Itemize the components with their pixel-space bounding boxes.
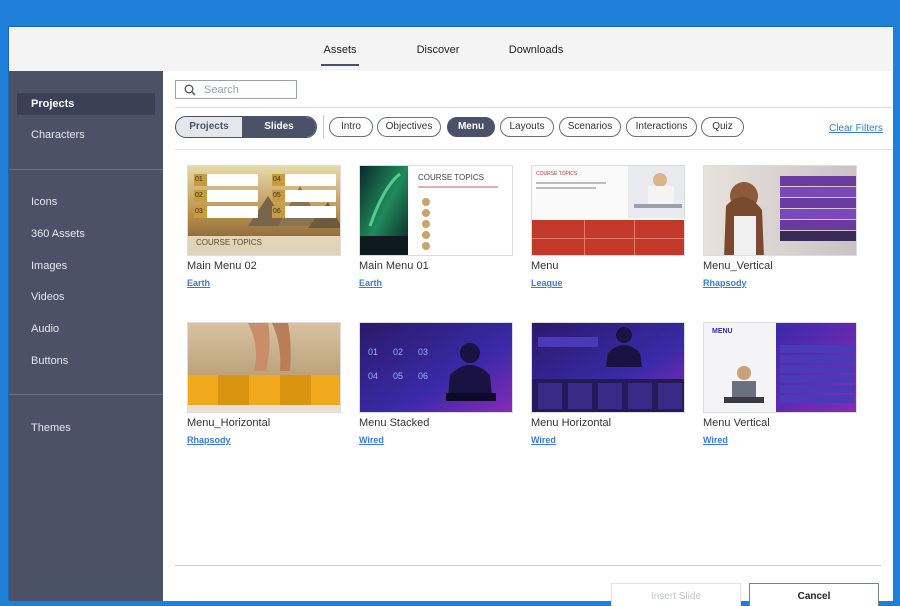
card-title: Menu_Horizontal [187, 417, 271, 429]
card-theme-link[interactable]: League [531, 278, 563, 288]
sidebar-item-icons[interactable]: Icons [17, 191, 155, 213]
search-input[interactable] [204, 82, 294, 97]
thumb-number: 02 [195, 192, 203, 199]
sidebar-item-themes[interactable]: Themes [17, 417, 155, 439]
search-box[interactable] [175, 80, 297, 99]
card-theme-link[interactable]: Rhapsody [703, 278, 747, 288]
card-title: Menu [531, 260, 559, 272]
filter-scenarios[interactable]: Scenarios [559, 117, 621, 137]
filter-interactions[interactable]: Interactions [626, 117, 697, 137]
filter-menu[interactable]: Menu [447, 117, 495, 137]
toggle-projects[interactable]: Projects [176, 117, 242, 137]
search-icon [184, 84, 196, 96]
projects-slides-toggle: Projects Slides [175, 116, 317, 138]
card-theme-link[interactable]: Earth [359, 278, 382, 288]
slide-thumbnail[interactable]: MENU [703, 322, 857, 413]
sidebar-item-characters[interactable]: Characters [17, 124, 155, 146]
thumb-heading: COURSE TOPICS [418, 173, 484, 182]
thumbnail-image [360, 323, 512, 412]
tab-discover[interactable]: Discover [411, 44, 465, 66]
toggle-slides[interactable]: Slides [242, 117, 316, 137]
sidebar-item-projects[interactable]: Projects [17, 93, 155, 115]
sidebar-item-buttons[interactable]: Buttons [17, 350, 155, 372]
sidebar-divider [9, 394, 163, 395]
thumb-number: 01 [368, 347, 379, 357]
cancel-button[interactable]: Cancel [749, 583, 879, 606]
thumb-number: 03 [195, 208, 203, 215]
tab-downloads[interactable]: Downloads [505, 44, 567, 66]
divider [175, 149, 893, 150]
slide-thumbnail[interactable] [531, 322, 685, 413]
card-theme-link[interactable]: Rhapsody [187, 435, 231, 445]
thumbnail-image [188, 323, 340, 412]
slide-thumbnail[interactable]: COURSE TOPICS [531, 165, 685, 256]
content-library-window: Assets Discover Downloads Projects Chara… [8, 26, 893, 606]
thumb-number: 04 [368, 371, 379, 381]
sidebar-item-images[interactable]: Images [17, 255, 155, 277]
filter-quiz[interactable]: Quiz [701, 117, 744, 137]
filter-layouts[interactable]: Layouts [500, 117, 554, 137]
thumb-heading: MENU [712, 328, 733, 335]
tab-assets[interactable]: Assets [321, 44, 359, 66]
thumb-number: 05 [393, 371, 404, 381]
sidebar-item-audio[interactable]: Audio [17, 318, 155, 340]
top-tab-bar: Assets Discover Downloads [9, 27, 893, 71]
thumb-heading: COURSE TOPICS [536, 171, 578, 177]
card-theme-link[interactable]: Wired [531, 435, 556, 445]
thumb-number: 06 [273, 208, 281, 215]
sidebar: Projects Characters Icons 360 Assets Ima… [9, 71, 163, 601]
card-title: Main Menu 01 [359, 260, 429, 272]
slide-thumbnail[interactable]: 01 02 03 04 05 06 COURSE TOPICS [187, 165, 341, 256]
card-title: Menu Stacked [359, 417, 430, 429]
sidebar-item-videos[interactable]: Videos [17, 286, 155, 308]
thumbnail-image [704, 166, 856, 255]
main-panel: Projects Slides Intro Objectives Menu La… [163, 71, 893, 606]
thumb-heading: COURSE TOPICS [196, 238, 262, 247]
thumb-number: 01 [195, 176, 203, 183]
thumbnail-image [532, 323, 684, 412]
insert-slide-button[interactable]: Insert Slide [611, 583, 741, 606]
clear-filters-link[interactable]: Clear Filters [829, 123, 883, 134]
sidebar-item-360-assets[interactable]: 360 Assets [17, 223, 155, 245]
thumb-number: 06 [418, 371, 429, 381]
card-title: Menu_Vertical [703, 260, 773, 272]
thumb-number: 05 [273, 192, 281, 199]
slide-thumbnail[interactable] [187, 322, 341, 413]
slide-thumbnail[interactable]: COURSE TOPICS [359, 165, 513, 256]
thumbnail-image [704, 323, 856, 412]
filter-intro[interactable]: Intro [329, 117, 373, 137]
thumb-number: 03 [418, 347, 429, 357]
sidebar-divider [9, 169, 163, 170]
thumbnail-image [532, 166, 684, 255]
card-title: Menu Vertical [703, 417, 770, 429]
slide-thumbnail[interactable]: 01 02 03 04 05 06 [359, 322, 513, 413]
thumb-number: 02 [393, 347, 404, 357]
thumb-number: 04 [273, 176, 281, 183]
filter-divider [323, 115, 324, 139]
filter-objectives[interactable]: Objectives [377, 117, 441, 137]
divider [175, 107, 893, 108]
card-theme-link[interactable]: Earth [187, 278, 210, 288]
card-theme-link[interactable]: Wired [703, 435, 728, 445]
footer-divider [175, 565, 881, 566]
card-title: Menu Horizontal [531, 417, 612, 429]
slide-thumbnail[interactable] [703, 165, 857, 256]
card-theme-link[interactable]: Wired [359, 435, 384, 445]
card-title: Main Menu 02 [187, 260, 257, 272]
